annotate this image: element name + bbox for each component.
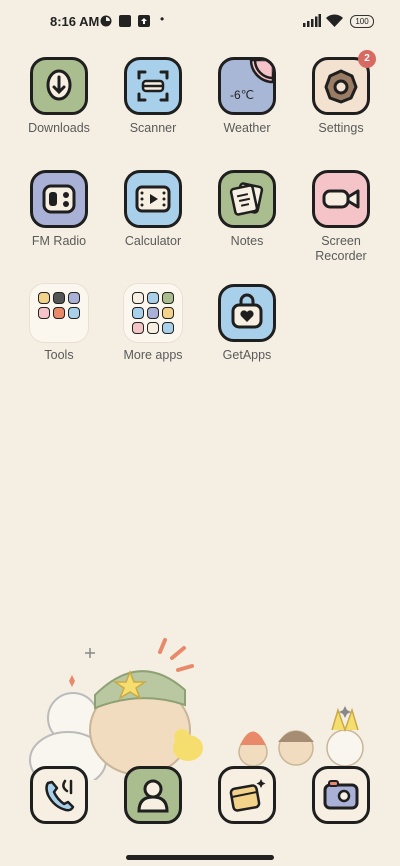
app-label-fm-radio: FM Radio	[31, 234, 87, 248]
dock-contacts[interactable]	[113, 766, 193, 824]
mini-app-icon	[38, 292, 50, 304]
dock-camera[interactable]	[301, 766, 381, 824]
app-calculator[interactable]: Calculator	[113, 170, 193, 249]
calculator-icon	[124, 170, 182, 228]
mini-app-icon	[53, 307, 65, 319]
folder-label-tools: Tools	[44, 348, 74, 362]
settings-notification-badge: 2	[358, 50, 376, 68]
folder-more-apps[interactable]: More apps	[113, 284, 193, 363]
notification-app-icon	[100, 15, 112, 27]
mini-app-icon	[162, 292, 174, 304]
app-label-screen-recorder: Screen Recorder	[315, 234, 367, 263]
video-camera-icon	[312, 170, 370, 228]
app-label-getapps: GetApps	[222, 348, 272, 362]
notes-icon	[218, 170, 276, 228]
app-label-calculator: Calculator	[124, 234, 182, 248]
mini-app-icon	[147, 322, 159, 334]
wifi-icon	[326, 14, 343, 27]
mini-app-icon	[132, 322, 144, 334]
radio-icon	[30, 170, 88, 228]
app-notes[interactable]: Notes	[207, 170, 287, 249]
shopping-bag-icon	[218, 284, 276, 342]
app-label-weather: Weather	[223, 121, 271, 135]
notification-square-icon	[119, 15, 131, 27]
battery-indicator: 100	[350, 15, 374, 28]
mini-app-icon	[68, 292, 80, 304]
gesture-navigation-bar[interactable]	[126, 855, 274, 860]
weather-temperature: -6℃	[230, 88, 255, 102]
mini-app-icon	[53, 292, 65, 304]
mini-app-icon	[162, 322, 174, 334]
status-bar: 8:16 AM • 100	[0, 0, 400, 44]
mini-app-icon	[132, 292, 144, 304]
app-downloads[interactable]: Downloads	[19, 57, 99, 136]
tools-folder-icon	[30, 284, 88, 342]
mini-app-icon	[147, 292, 159, 304]
status-time: 8:16 AM	[50, 14, 100, 29]
app-label-downloads: Downloads	[28, 121, 90, 135]
weather-icon: -6℃	[218, 57, 276, 115]
app-fm-radio[interactable]: FM Radio	[19, 170, 99, 249]
phone-icon	[30, 766, 88, 824]
mini-app-icon	[132, 307, 144, 319]
cellular-signal-icon	[303, 14, 321, 27]
dock-gallery[interactable]	[207, 766, 287, 824]
status-dot: •	[160, 12, 165, 26]
notification-upload-icon	[138, 15, 150, 27]
app-screen-recorder[interactable]: Screen Recorder	[301, 170, 381, 264]
app-label-scanner: Scanner	[129, 121, 177, 135]
mini-app-icon	[162, 307, 174, 319]
app-settings[interactable]: Settings	[301, 57, 381, 136]
wallpaper-illustration	[29, 638, 364, 780]
folder-tools[interactable]: Tools	[19, 284, 99, 363]
app-weather[interactable]: -6℃ Weather	[207, 57, 287, 136]
more-apps-folder-icon	[124, 284, 182, 342]
folder-label-more-apps: More apps	[123, 348, 183, 362]
gallery-icon	[218, 766, 276, 824]
contacts-icon	[124, 766, 182, 824]
mini-app-icon	[147, 307, 159, 319]
app-scanner[interactable]: Scanner	[113, 57, 193, 136]
app-label-notes: Notes	[230, 234, 264, 248]
mini-app-icon	[68, 307, 80, 319]
downloads-icon	[30, 57, 88, 115]
scanner-icon	[124, 57, 182, 115]
camera-icon	[312, 766, 370, 824]
app-label-settings: Settings	[318, 121, 364, 135]
mini-app-icon	[38, 307, 50, 319]
app-getapps[interactable]: GetApps	[207, 284, 287, 363]
dock-phone[interactable]	[19, 766, 99, 824]
